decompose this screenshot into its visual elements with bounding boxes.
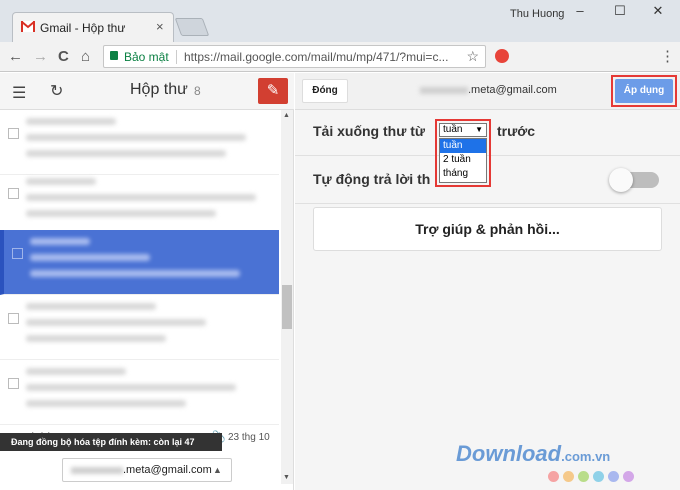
account-email: .meta@gmail.com [123, 464, 212, 476]
dropdown-arrow-icon: ▼ [475, 125, 483, 134]
settings-account-email: .meta@gmail.com [468, 84, 557, 96]
blurred-subject [26, 384, 236, 391]
inbox-pane: ☰ ↻ Hộp thư 8 ✎ 23 thg 10 Đang đồng bộ h… [0, 73, 294, 490]
blurred-snippet [26, 210, 216, 217]
toggle-knob[interactable] [609, 168, 633, 192]
mail-checkbox[interactable] [12, 248, 23, 259]
browser-menu-icon[interactable]: ⋮ [660, 47, 675, 65]
settings-header: Đóng .meta@gmail.com Áp dụng [295, 73, 680, 110]
profile-name[interactable]: Thu Huong [510, 8, 564, 20]
settings-account: .meta@gmail.com [420, 84, 557, 96]
apply-button[interactable]: Áp dụng [615, 79, 673, 103]
watermark-text: Download [456, 441, 562, 466]
period-option-week[interactable]: tuần [440, 139, 486, 153]
unread-count: 8 [194, 84, 201, 98]
back-icon[interactable]: ← [8, 48, 23, 65]
mail-row[interactable] [0, 110, 279, 175]
blurred-sender [26, 118, 116, 125]
gmail-logo-icon [21, 21, 35, 32]
scroll-down-icon[interactable]: ▼ [283, 474, 290, 481]
mail-row-selected[interactable] [0, 230, 279, 295]
period-selected-value: tuần [443, 124, 463, 135]
reload-icon[interactable]: C [58, 48, 69, 65]
watermark-dot [623, 471, 634, 482]
browser-toolbar: ← → C ⌂ Bảo mật https://mail.google.com/… [0, 42, 680, 72]
mail-row[interactable] [0, 170, 279, 235]
url-text[interactable]: https://mail.google.com/mail/mu/mp/471/?… [184, 50, 448, 64]
watermark-dot [548, 471, 559, 482]
period-dropdown-highlight: tuần ▼ tuần 2 tuần tháng [435, 119, 491, 187]
period-option-2weeks[interactable]: 2 tuần [440, 153, 486, 167]
blurred-sender [26, 368, 126, 375]
blurred-subject [30, 254, 150, 261]
blurred-sender [26, 303, 156, 310]
caret-up-icon: ▲ [213, 465, 222, 475]
browser-tab-gmail[interactable]: Gmail - Hộp thư × [12, 12, 174, 42]
account-switcher[interactable]: .meta@gmail.com ▲ [62, 458, 232, 482]
blurred-sender [30, 238, 90, 245]
watermark-dots [548, 469, 638, 487]
mail-row[interactable] [0, 360, 279, 425]
download-watermark: Download.com.vn [456, 441, 610, 467]
address-divider [176, 50, 177, 64]
refresh-icon[interactable]: ↻ [50, 81, 63, 101]
mail-checkbox[interactable] [8, 128, 19, 139]
scrollbar-thumb[interactable] [282, 285, 292, 329]
blurred-snippet [30, 270, 240, 277]
mail-checkbox[interactable] [8, 188, 19, 199]
inbox-header: ☰ ↻ Hộp thư 8 ✎ [0, 73, 294, 110]
sync-status-toast: Đang đồng bộ hóa tệp đính kèm: còn lại 4… [0, 433, 222, 451]
forward-icon[interactable]: → [33, 48, 48, 65]
help-feedback-button[interactable]: Trợ giúp & phản hồi... [313, 207, 662, 251]
mail-checkbox[interactable] [8, 313, 19, 324]
period-option-month[interactable]: tháng [440, 167, 486, 181]
watermark-dot [593, 471, 604, 482]
watermark-dot [578, 471, 589, 482]
browser-titlebar: Gmail - Hộp thư × Thu Huong – ☐ ✕ [0, 0, 680, 42]
bookmark-star-icon[interactable]: ☆ [466, 48, 479, 65]
mail-row-date: 23 thg 10 [228, 432, 270, 443]
period-select[interactable]: tuần ▼ [439, 123, 487, 137]
download-label: Tải xuống thư từ [313, 123, 426, 139]
secure-label: Bảo mật [124, 50, 169, 64]
blurred-subject [26, 134, 246, 141]
compose-button[interactable]: ✎ [258, 78, 288, 104]
settings-pane: Đóng .meta@gmail.com Áp dụng Tải xuống t… [295, 73, 680, 490]
auto-reply-toggle[interactable] [609, 168, 659, 192]
apply-button-highlight: Áp dụng [611, 75, 677, 107]
address-bar[interactable]: Bảo mật https://mail.google.com/mail/mu/… [103, 45, 486, 68]
close-button[interactable]: Đóng [302, 79, 348, 103]
mail-list [0, 110, 279, 440]
blurred-snippet [26, 150, 226, 157]
blurred-subject [26, 194, 256, 201]
close-window-icon[interactable]: ✕ [648, 3, 668, 19]
auto-reply-label: Tự động trả lời th [313, 171, 431, 187]
maximize-icon[interactable]: ☐ [610, 3, 630, 19]
tab-close-icon[interactable]: × [156, 19, 164, 34]
watermark-suffix: .com.vn [561, 449, 611, 464]
watermark-dot [563, 471, 574, 482]
watermark-dot [608, 471, 619, 482]
blurred-snippet [26, 335, 166, 342]
mail-checkbox[interactable] [8, 378, 19, 389]
download-label-suffix: trước [497, 123, 535, 139]
scroll-up-icon[interactable]: ▲ [283, 112, 290, 119]
lock-icon [110, 51, 118, 60]
period-options-list: tuần 2 tuần tháng [439, 138, 487, 183]
mail-list-scrollbar[interactable]: ▲ ▼ [281, 110, 293, 484]
blurred-account-name [71, 467, 123, 474]
blurred-snippet [26, 400, 186, 407]
blurred-sender [26, 178, 96, 185]
minimize-icon[interactable]: – [570, 3, 590, 18]
home-icon[interactable]: ⌂ [81, 48, 90, 65]
pencil-icon: ✎ [266, 82, 280, 99]
mail-row[interactable] [0, 295, 279, 360]
blurred-account-name [420, 86, 468, 94]
inbox-title: Hộp thư [130, 81, 188, 98]
new-tab-button[interactable] [174, 18, 210, 36]
menu-icon[interactable]: ☰ [12, 83, 26, 103]
extension-icon[interactable] [495, 49, 509, 63]
tab-title: Gmail - Hộp thư [40, 21, 126, 35]
blurred-subject [26, 319, 206, 326]
